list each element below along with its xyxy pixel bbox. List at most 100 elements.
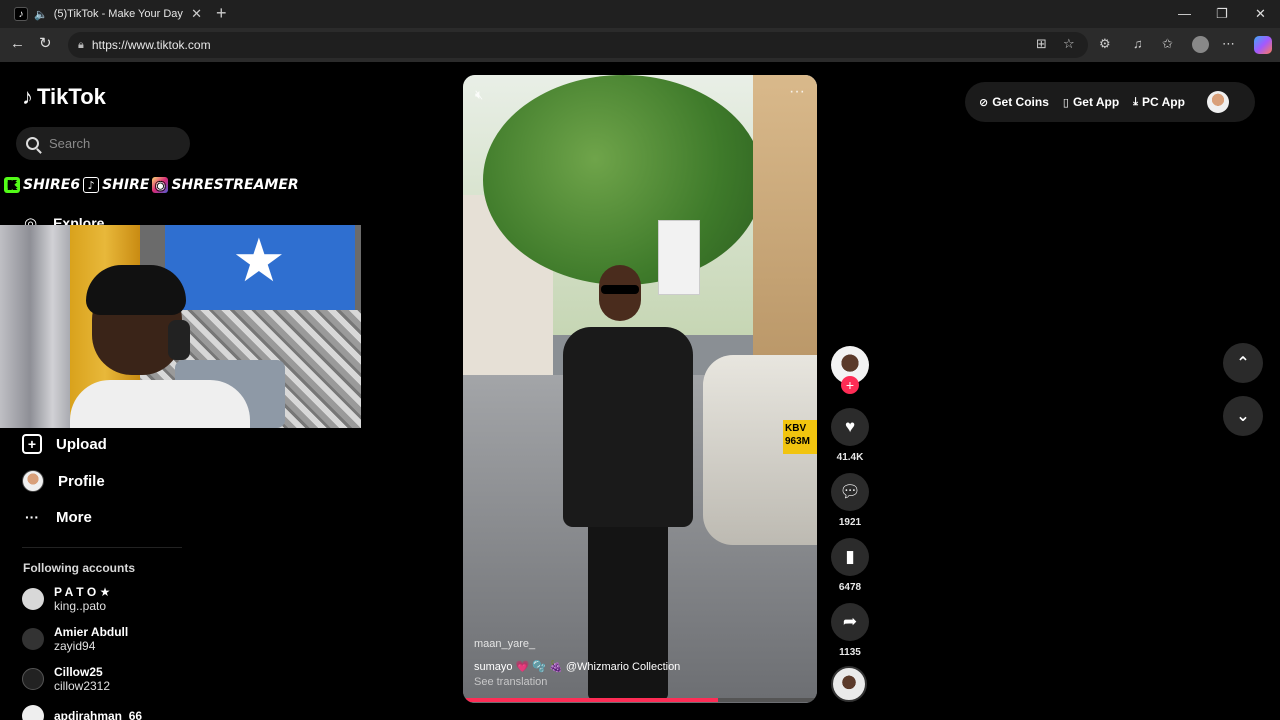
- subject-legs: [588, 520, 668, 700]
- video-progress-bar[interactable]: [463, 698, 817, 702]
- url-text: https://www.tiktok.com: [91, 38, 211, 52]
- tab-title: (5)TikTok - Make Your Day: [53, 8, 183, 20]
- read-aloud-icon[interactable]: ♫: [1133, 37, 1143, 51]
- search-icon: [26, 137, 39, 150]
- headset: [168, 320, 190, 360]
- minimize-button[interactable]: —: [1178, 6, 1191, 21]
- following-account[interactable]: P A T O ★ king..pato: [22, 585, 110, 613]
- follow-plus-icon[interactable]: +: [841, 376, 859, 394]
- refresh-icon[interactable]: ↻: [39, 36, 52, 52]
- pc-app-button[interactable]: ⤓ PC App: [1133, 95, 1185, 109]
- account-name: Amier Abdull: [54, 625, 129, 639]
- video-building: [753, 75, 817, 385]
- account-handle: zayid94: [54, 639, 96, 653]
- previous-video-button[interactable]: ⌃: [1223, 343, 1263, 383]
- browser-profile-avatar[interactable]: [1192, 36, 1209, 53]
- upload-plus-icon: +: [22, 434, 42, 454]
- extensions-icon[interactable]: ⚙: [1099, 37, 1111, 51]
- nav-more[interactable]: ··· More: [22, 507, 92, 527]
- get-coins-button[interactable]: ⊘ Get Coins: [979, 95, 1049, 109]
- favorites-icon[interactable]: ✩: [1162, 37, 1173, 51]
- lock-icon[interactable]: 🔒︎: [78, 39, 84, 52]
- tiktok-handle: SHIRE: [102, 177, 150, 193]
- tiktok-page: ♪ TikTok Search ◎ Explore K SHIRE6 ♪ SHI…: [0, 62, 1276, 720]
- flag-star-icon: ★: [232, 227, 286, 294]
- pc-app-label: PC App: [1142, 95, 1185, 109]
- streamer-hair: [86, 265, 186, 315]
- tiktok-small-icon: ♪: [83, 177, 100, 193]
- instagram-handle: SHRESTREAMER: [171, 177, 299, 193]
- mute-icon[interactable]: 🔇︎: [475, 87, 483, 103]
- save-button[interactable]: ▮: [831, 538, 869, 576]
- logo-text: TikTok: [37, 84, 106, 109]
- license-plate: KBV 963M: [783, 420, 817, 454]
- video-tree: [483, 75, 763, 285]
- video-caption: sumayo 💗 🫧 🍇 @Whizmario Collection: [474, 661, 681, 673]
- user-avatar[interactable]: [1206, 91, 1229, 113]
- sidebar-divider: [22, 547, 182, 548]
- maximize-button[interactable]: ❐: [1216, 6, 1228, 22]
- tiktok-note-icon: ♪: [22, 84, 33, 109]
- account-handle: king..pato: [54, 599, 107, 613]
- video-player[interactable]: KBV 963M 🔇︎ ··· maan_yare_ sumayo 💗 🫧 🍇 …: [463, 75, 817, 703]
- nav-upload[interactable]: + Upload: [22, 434, 107, 454]
- following-account[interactable]: apdirahman_66: [22, 705, 142, 720]
- phone-icon: ▯: [1062, 96, 1069, 109]
- speaker-icon[interactable]: 🔈: [34, 8, 48, 21]
- search-placeholder: Search: [49, 136, 91, 151]
- coin-icon: ⊘: [979, 96, 989, 109]
- account-name: P A T O ★: [54, 585, 111, 599]
- subject-body: [563, 327, 693, 527]
- ellipsis-icon: ···: [25, 509, 39, 525]
- address-bar[interactable]: 🔒︎ https://www.tiktok.com: [68, 32, 1088, 58]
- new-tab-button[interactable]: +: [216, 4, 227, 22]
- account-avatar: [22, 628, 44, 650]
- chevron-down-icon: ⌄: [1236, 408, 1250, 425]
- tiktok-favicon-icon: ♪: [14, 7, 28, 21]
- download-icon: ⤓: [1133, 95, 1139, 108]
- copilot-icon[interactable]: [1254, 36, 1272, 54]
- subject-sunglasses: [601, 285, 639, 294]
- chevron-up-icon: ⌃: [1236, 355, 1250, 372]
- more-options-icon[interactable]: ⋯: [1222, 37, 1235, 51]
- search-input[interactable]: Search: [16, 127, 190, 160]
- kick-handle: SHIRE6: [23, 177, 81, 193]
- nav-profile[interactable]: Profile: [22, 470, 105, 492]
- heart-icon: ♥: [844, 417, 856, 436]
- browser-tab[interactable]: ♪ 🔈 (5)TikTok - Make Your Day ✕: [8, 2, 208, 26]
- app-grid-icon[interactable]: ⊞: [1036, 37, 1047, 51]
- get-coins-label: Get Coins: [992, 95, 1049, 109]
- music-disc-icon[interactable]: [831, 666, 867, 702]
- next-video-button[interactable]: ⌄: [1223, 396, 1263, 436]
- webcam-overlay: ★: [0, 225, 361, 428]
- profile-avatar: [22, 470, 44, 492]
- nav-upload-label: Upload: [56, 435, 107, 453]
- video-subject: [563, 265, 693, 700]
- favorite-star-icon[interactable]: ☆: [1063, 37, 1075, 51]
- like-button[interactable]: ♥: [831, 408, 869, 446]
- account-avatar: [22, 588, 44, 610]
- following-account[interactable]: Cillow25 cillow2312: [22, 665, 110, 693]
- back-arrow-icon[interactable]: ←: [10, 36, 25, 52]
- kick-icon: K: [4, 177, 20, 193]
- share-button[interactable]: ➦: [831, 603, 869, 641]
- share-count: 1135: [839, 647, 861, 658]
- close-window-button[interactable]: ✕: [1255, 6, 1266, 22]
- comment-button[interactable]: 💬︎: [831, 473, 869, 511]
- tiktok-logo[interactable]: ♪ TikTok: [22, 84, 106, 110]
- video-author[interactable]: maan_yare_: [474, 638, 535, 650]
- video-more-icon[interactable]: ···: [789, 83, 805, 101]
- tab-close-icon[interactable]: ✕: [191, 6, 202, 22]
- get-app-button[interactable]: ▯ Get App: [1063, 95, 1119, 109]
- like-count: 41.4K: [836, 452, 864, 463]
- comment-count: 1921: [838, 517, 862, 528]
- curtain: [0, 225, 75, 428]
- instagram-icon: ◉: [152, 177, 169, 193]
- share-arrow-icon: ➦: [842, 612, 858, 631]
- following-account[interactable]: Amier Abdull zayid94: [22, 625, 128, 653]
- get-app-label: Get App: [1072, 95, 1120, 109]
- video-progress-fill: [463, 698, 718, 702]
- see-translation-link[interactable]: See translation: [474, 676, 547, 688]
- account-avatar: [22, 705, 44, 720]
- account-avatar: [22, 668, 44, 690]
